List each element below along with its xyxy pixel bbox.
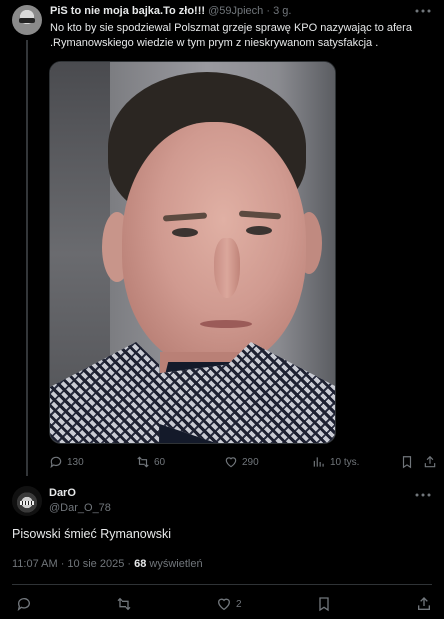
more-icon[interactable] — [414, 488, 432, 502]
more-icon[interactable] — [414, 4, 432, 18]
tweet-time[interactable]: 3 g. — [273, 5, 291, 17]
like-count: 290 — [242, 456, 259, 468]
views-button[interactable]: 10 tys. — [312, 454, 359, 470]
reply-button[interactable] — [16, 596, 32, 612]
avatar[interactable] — [12, 5, 42, 35]
views-icon — [312, 455, 326, 469]
thread-line — [26, 40, 28, 476]
parent-tweet[interactable]: PiS to nie moja bajka.To zło!!! @59Jpiec… — [0, 0, 444, 480]
bookmark-button[interactable] — [316, 596, 332, 612]
repost-icon — [136, 455, 150, 469]
author-handle[interactable]: @59Jpiech — [208, 5, 263, 17]
bookmark-button[interactable] — [400, 454, 414, 470]
repost-button[interactable]: 60 — [136, 454, 165, 470]
like-icon — [224, 455, 238, 469]
avatar[interactable] — [12, 486, 42, 516]
repost-button[interactable] — [116, 596, 132, 612]
views-count: 10 tys. — [330, 456, 360, 468]
share-button[interactable] — [416, 596, 432, 612]
bookmark-icon — [400, 455, 414, 469]
action-bar: 2 — [0, 596, 444, 612]
tweet-meta: 11:07 AM · 10 sie 2025 · 68 wyświetleń — [12, 558, 203, 570]
views-label: wyświetleń — [149, 558, 203, 570]
reply-button[interactable]: 130 — [49, 454, 84, 470]
tweet-text: Pisowski śmieć Rymanowski — [12, 527, 172, 541]
repost-count: 60 — [154, 456, 166, 468]
share-button[interactable] — [423, 454, 437, 470]
tweet-timestamp[interactable]: 11:07 AM · 10 sie 2025 · — [12, 558, 131, 570]
reply-tweet: DarO @Dar_O_78 Pisowski śmieć Rymanowski… — [0, 480, 444, 619]
tweet-photo[interactable] — [49, 61, 336, 444]
author-name[interactable]: DarO — [49, 487, 76, 499]
author-name[interactable]: PiS to nie moja bajka.To zło!!! — [50, 5, 205, 17]
tweet-text: No kto by sie spodziewal Polszmat grzeje… — [50, 22, 412, 49]
reply-count: 130 — [67, 456, 84, 468]
like-button[interactable]: 2 — [216, 596, 242, 612]
divider — [12, 584, 432, 585]
action-bar: 130 60 290 10 tys. — [49, 454, 439, 470]
views-number: 68 — [134, 558, 147, 570]
separator: · — [266, 5, 271, 17]
share-icon — [423, 455, 437, 469]
repost-icon — [116, 596, 132, 612]
author-handle[interactable]: @Dar_O_78 — [49, 502, 111, 514]
share-icon — [416, 596, 432, 612]
bookmark-icon — [316, 596, 332, 612]
tweet-header: PiS to nie moja bajka.To zło!!! @59Jpiec… — [50, 5, 291, 17]
like-count: 2 — [236, 598, 242, 610]
reply-icon — [49, 455, 63, 469]
reply-icon — [16, 596, 32, 612]
like-button[interactable]: 290 — [224, 454, 259, 470]
like-icon — [216, 596, 232, 612]
